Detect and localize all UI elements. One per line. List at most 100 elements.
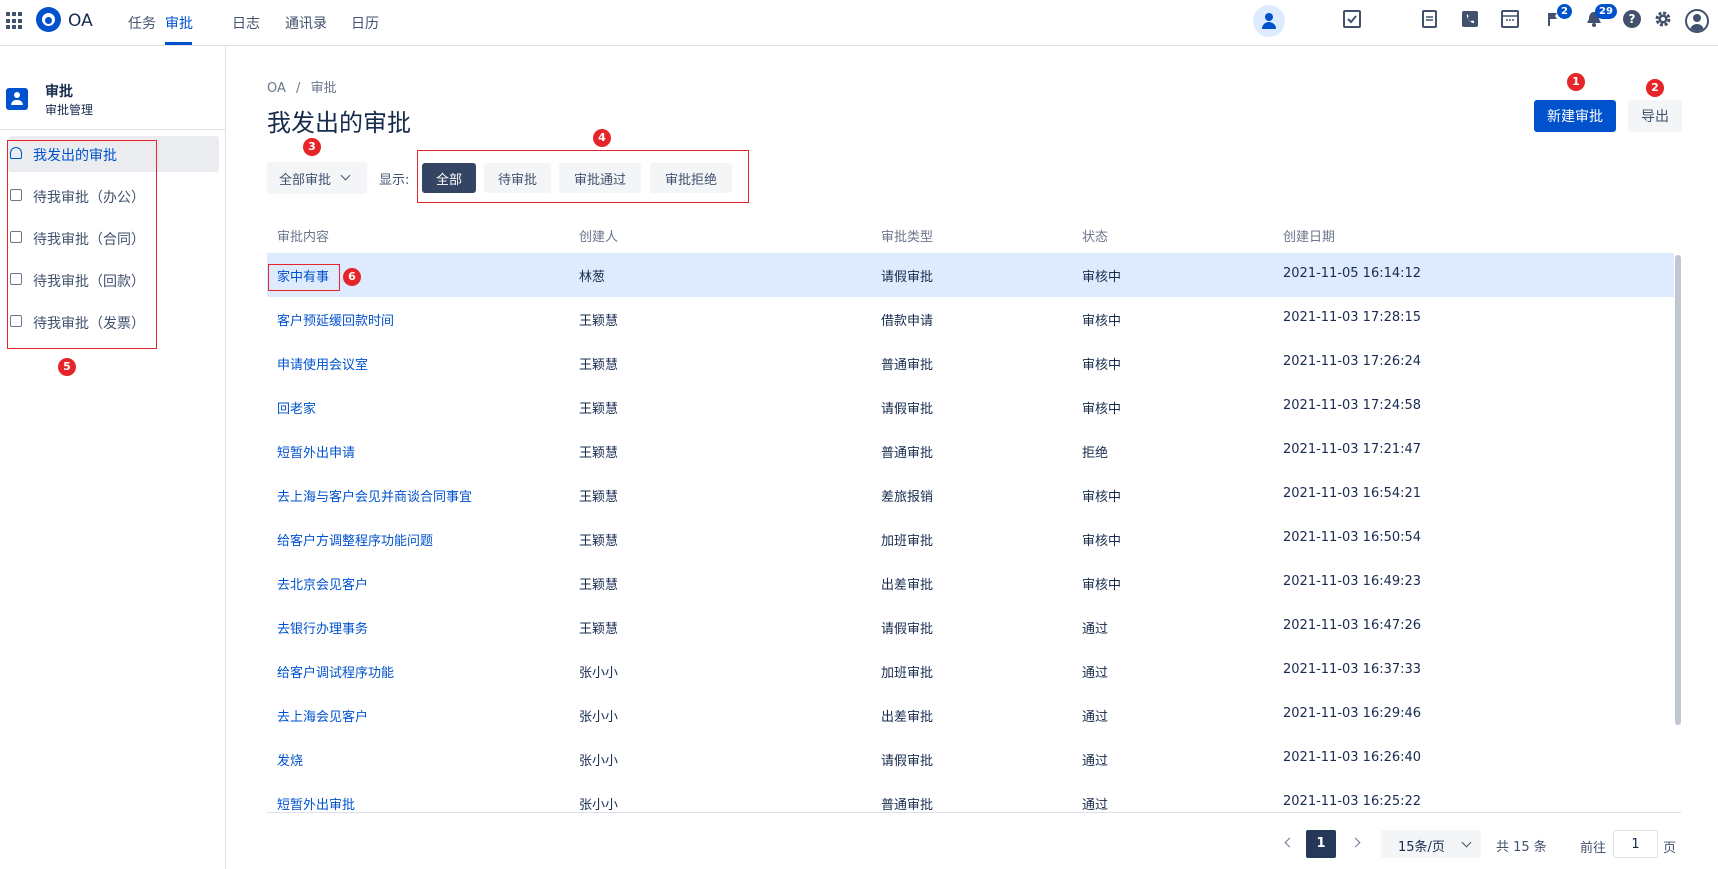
row-creator: 王颖慧 [579,402,619,417]
row-content-link[interactable]: 去银行办理事务 [277,618,368,637]
chevron-down-icon [1461,837,1472,848]
row-creator: 林葱 [579,270,606,285]
row-content-link[interactable]: 短暂外出申请 [277,442,355,461]
table-scrollbar[interactable] [1675,255,1681,725]
column-header-creator[interactable]: 创建人 [579,226,618,245]
goto-page-input[interactable] [1613,830,1658,858]
row-status: 审核中 [1082,534,1122,549]
row-content-link[interactable]: 客户预延缓回款时间 [277,310,394,329]
row-content-link[interactable]: 去上海会见客户 [277,706,368,725]
table-row[interactable]: 家中有事 林葱 请假审批 审核中 2021-11-05 16:14:12 [267,253,1674,297]
table-row[interactable]: 短暂外出申请 王颖慧 普通审批 拒绝 2021-11-03 17:21:47 [267,429,1674,473]
user-icon[interactable] [1253,5,1285,37]
row-creator: 张小小 [579,798,619,812]
row-type: 出差审批 [881,710,934,725]
column-header-status[interactable]: 状态 [1082,226,1108,245]
row-content-link[interactable]: 申请使用会议室 [277,354,368,373]
row-type: 请假审批 [881,270,934,285]
row-creator: 张小小 [579,754,619,769]
task-check-icon[interactable] [1343,10,1361,28]
table-row[interactable]: 去上海与客户会见并商谈合同事宜 王颖慧 差旅报销 审核中 2021-11-03 16:5… [267,473,1674,517]
calendar-icon[interactable] [1501,10,1519,28]
row-creator: 王颖慧 [579,534,619,549]
row-content-link[interactable]: 给客户调试程序功能 [277,662,394,681]
nav-item-calendar[interactable]: 日历 [351,13,379,33]
page-size-label: 15条/页 [1398,840,1445,855]
annotation-marker-6: 6 [343,268,361,286]
row-date: 2021-11-03 16:54:21 [1283,486,1422,501]
row-status: 审核中 [1082,578,1122,593]
page-size-select[interactable]: 15条/页 [1381,830,1481,858]
phone-icon[interactable] [1461,10,1479,28]
table-row[interactable]: 给客户调试程序功能 张小小 加班审批 通过 2021-11-03 16:37:33 [267,649,1674,693]
next-page-icon[interactable] [1350,837,1361,848]
table-row[interactable]: 短暂外出审批 张小小 普通审批 通过 2021-11-03 16:25:22 [267,781,1674,812]
approval-table: 家中有事 林葱 请假审批 审核中 2021-11-05 16:14:12 客户预延缓回款时… [267,253,1681,812]
row-date: 2021-11-03 16:29:46 [1283,706,1422,721]
row-content-link[interactable]: 去上海与客户会见并商谈合同事宜 [277,486,472,505]
row-creator: 张小小 [579,666,619,681]
approval-module-icon [6,88,28,110]
row-creator: 王颖慧 [579,314,619,329]
table-row[interactable]: 去上海会见客户 张小小 出差审批 通过 2021-11-03 16:29:46 [267,693,1674,737]
row-content-link[interactable]: 短暂外出审批 [277,794,355,812]
row-creator: 张小小 [579,710,619,725]
table-row[interactable]: 回老家 王颖慧 请假审批 审核中 2021-11-03 17:24:58 [267,385,1674,429]
page-suffix: 页 [1663,841,1677,856]
row-status: 审核中 [1082,490,1122,505]
nav-item-contacts[interactable]: 通讯录 [285,13,327,33]
row-content-link[interactable]: 去北京会见客户 [277,574,368,593]
prev-page-icon[interactable] [1284,837,1295,848]
approval-filter-dropdown[interactable]: 全部审批 [267,162,367,194]
table-row[interactable]: 去银行办理事务 王颖慧 请假审批 通过 2021-11-03 16:47:26 [267,605,1674,649]
row-creator: 王颖慧 [579,358,619,373]
breadcrumb-item-approval[interactable]: 审批 [311,81,337,96]
row-date: 2021-11-03 17:26:24 [1283,354,1422,369]
table-row[interactable]: 发烧 张小小 请假审批 通过 2021-11-03 16:26:40 [267,737,1674,781]
document-icon[interactable] [1422,10,1437,28]
page-number-current[interactable]: 1 [1306,830,1336,858]
user-avatar-icon[interactable] [1685,9,1709,33]
row-content-link[interactable]: 发烧 [277,750,303,769]
sidebar-divider [0,129,226,130]
row-date: 2021-11-03 16:49:23 [1283,574,1422,589]
row-creator: 王颖慧 [579,578,619,593]
row-content-link[interactable]: 回老家 [277,398,316,417]
row-status: 拒绝 [1082,446,1109,461]
column-header-type[interactable]: 审批类型 [881,226,933,245]
row-date: 2021-11-03 16:37:33 [1283,662,1422,677]
nav-item-tasks[interactable]: 任务 [128,13,156,33]
export-button[interactable]: 导出 [1628,100,1682,132]
row-status: 审核中 [1082,314,1122,329]
table-row[interactable]: 申请使用会议室 王颖慧 普通审批 审核中 2021-11-03 17:26:24 [267,341,1674,385]
column-header-date[interactable]: 创建日期 [1283,226,1335,245]
brand-name[interactable]: OA [68,11,93,31]
oa-logo-icon[interactable] [36,7,61,32]
table-row[interactable]: 去北京会见客户 王颖慧 出差审批 审核中 2021-11-03 16:49:23 [267,561,1674,605]
table-row[interactable]: 客户预延缓回款时间 王颖慧 借款申请 审核中 2021-11-03 17:28:15 [267,297,1674,341]
nav-item-approval[interactable]: 审批 [165,13,193,33]
row-content-link[interactable]: 给客户方调整程序功能问题 [277,530,433,549]
row-date: 2021-11-03 17:28:15 [1283,310,1422,325]
help-icon[interactable]: ? [1623,10,1641,28]
nav-item-log[interactable]: 日志 [232,13,260,33]
flag-badge: 2 [1557,4,1572,19]
row-type: 普通审批 [881,446,934,461]
apps-grid-icon[interactable] [6,12,24,30]
breadcrumb-item-oa[interactable]: OA [267,81,286,96]
new-approval-button[interactable]: 新建审批 [1534,100,1616,132]
active-nav-indicator [165,42,192,45]
column-header-content[interactable]: 审批内容 [277,226,329,245]
row-type: 借款申请 [881,314,934,329]
show-label: 显示: [379,173,410,188]
total-count: 共 15 条 [1496,840,1547,855]
annotation-box-first-row [268,264,340,291]
table-row[interactable]: 给客户方调整程序功能问题 王颖慧 加班审批 审核中 2021-11-03 16:50:5… [267,517,1674,561]
sidebar-title: 审批 [45,84,73,100]
row-type: 普通审批 [881,798,934,812]
row-date: 2021-11-03 16:47:26 [1283,618,1422,633]
row-creator: 王颖慧 [579,622,619,637]
annotation-marker-5: 5 [58,358,76,376]
sidebar-subtitle: 审批管理 [45,103,94,117]
settings-icon[interactable] [1654,10,1672,28]
